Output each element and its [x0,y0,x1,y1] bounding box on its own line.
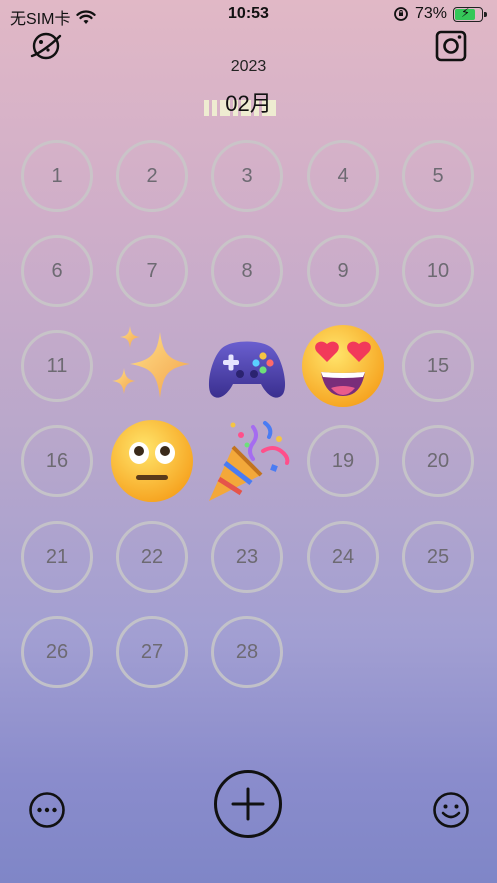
day-cell-19[interactable]: 19 [307,425,379,497]
battery-percent: 73% [414,5,447,22]
day-cell-4[interactable]: 4 [307,140,379,212]
day-cell-7[interactable]: 7 [116,235,188,307]
day-cell-28[interactable]: 28 [211,616,283,688]
day-cell-25[interactable]: 25 [402,521,474,593]
day-cell-9[interactable]: 9 [307,235,379,307]
year-label: 2023 [230,58,267,75]
day-cell-5[interactable]: 5 [402,140,474,212]
rotation-lock-icon [394,7,408,21]
day-cell-21[interactable]: 21 [21,521,93,593]
day-cell-1[interactable]: 1 [21,140,93,212]
day-cell-27[interactable]: 27 [116,616,188,688]
day-cell-11[interactable]: 11 [21,330,93,402]
smiley-icon[interactable] [432,791,470,829]
day-cell-15[interactable]: 15 [402,330,474,402]
add-button[interactable] [213,769,283,839]
status-bar: 无SIM卡 10:53 73% ⚡ [0,0,497,28]
day-cell-26[interactable]: 26 [21,616,93,688]
heart-eyes-face-icon[interactable] [299,322,387,410]
month-label[interactable]: 02月 [0,86,497,118]
day-cell-22[interactable]: 22 [116,521,188,593]
status-right: 73% ⚡ [393,5,487,23]
battery-icon: ⚡ [453,5,487,22]
day-cell-23[interactable]: 23 [211,521,283,593]
day-cell-24[interactable]: 24 [307,521,379,593]
game-controller-icon[interactable] [203,322,291,410]
day-cell-2[interactable]: 2 [116,140,188,212]
day-cell-3[interactable]: 3 [211,140,283,212]
day-cell-20[interactable]: 20 [402,425,474,497]
party-popper-icon[interactable] [203,417,291,505]
sparkles-icon[interactable] [108,322,196,410]
day-cell-16[interactable]: 16 [21,425,93,497]
day-cell-8[interactable]: 8 [211,235,283,307]
more-icon[interactable] [28,791,66,829]
day-cell-6[interactable]: 6 [21,235,93,307]
day-cell-10[interactable]: 10 [402,235,474,307]
neutral-face-icon[interactable] [108,417,196,505]
